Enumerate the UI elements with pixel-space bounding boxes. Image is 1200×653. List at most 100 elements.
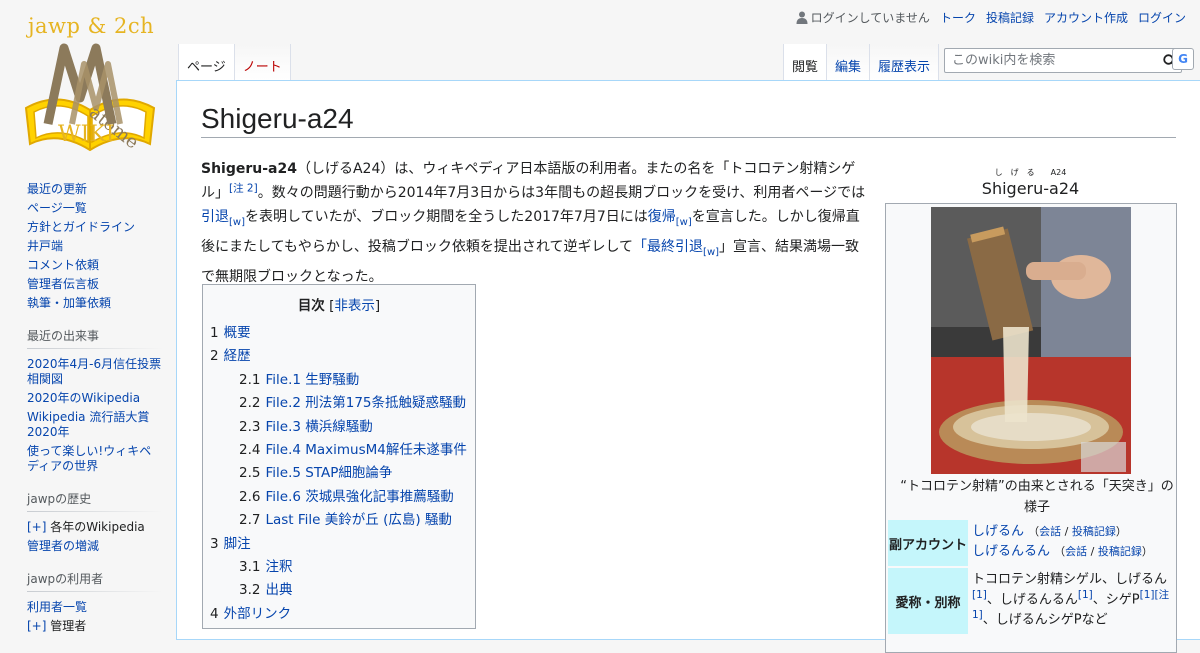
tab-edit[interactable]: 編集 bbox=[827, 44, 871, 80]
talk-link[interactable]: トーク bbox=[940, 9, 976, 26]
toc-link[interactable]: 脚注 bbox=[224, 536, 251, 552]
sidebar-heading-users: jawpの利用者 bbox=[27, 570, 162, 592]
sidebar-item-admin-board[interactable]: 管理者伝言板 bbox=[27, 277, 99, 291]
toc-link[interactable]: File.6 茨城県強化記事推薦騒動 bbox=[265, 489, 453, 505]
sidebar-item-recent-3[interactable]: 使って楽しい!ウィキペディアの世界 bbox=[27, 444, 151, 473]
lead-bold-name: Shigeru-a24 bbox=[201, 161, 297, 177]
toc-item[interactable]: 2.2 File.2 刑法第175条抵触疑惑騒動 bbox=[203, 392, 475, 415]
sub-account-1-talk[interactable]: 会話 bbox=[1065, 545, 1087, 558]
toc-item[interactable]: 2.7 Last File 美鈴が丘 (広島) 騒動 bbox=[203, 509, 475, 532]
link-retire[interactable]: 引退 bbox=[201, 209, 229, 225]
infobox-image[interactable] bbox=[931, 207, 1131, 474]
tab-read[interactable]: 閲覧 bbox=[784, 44, 828, 80]
infobox-row-alias: 愛称・別称 トコロテン射精シゲル、しげるん[1]、しげるんるん[1]、シゲP[1… bbox=[888, 568, 1174, 634]
infobox-value-alias: トコロテン射精シゲル、しげるん[1]、しげるんるん[1]、シゲP[1][注 1]… bbox=[968, 568, 1174, 634]
infobox-image-caption: “トコロテン射精”の由来とされる「天突き」の様子 bbox=[900, 479, 1174, 515]
table-of-contents: 目次 [非表示] 1 概要 2 経歴 2.1 File.1 生野騒動 2.2 File.2 刑… bbox=[202, 284, 476, 629]
toc-link[interactable]: 外部リンク bbox=[224, 606, 292, 622]
infobox-row-sub-accounts: 副アカウント しげるん （会話 / 投稿記録） しげるんるん （会話 / 投稿記… bbox=[888, 520, 1174, 566]
toc-link[interactable]: 経歴 bbox=[224, 348, 251, 364]
toc-title: 目次 bbox=[297, 298, 325, 314]
sidebar-recent-events: 最近の出来事 2020年4月-6月信任投票相関図 2020年のWikipedia… bbox=[27, 327, 162, 476]
tab-note[interactable]: ノート bbox=[234, 44, 291, 80]
toc-link[interactable]: File.4 MaximusM4解任未遂事件 bbox=[265, 442, 466, 458]
search-input[interactable] bbox=[950, 52, 1154, 69]
contributions-link[interactable]: 投稿記録 bbox=[986, 9, 1034, 26]
toc-item[interactable]: 2 経歴 bbox=[203, 345, 475, 368]
toc-item[interactable]: 2.1 File.1 生野騒動 bbox=[203, 369, 475, 392]
content-area: Shigeru-a24 Shigeru-a24（しげるA24）は、ウィキペディア… bbox=[176, 80, 1200, 653]
toc-link[interactable]: 出典 bbox=[265, 582, 292, 598]
logo-wiki-text: WIKI bbox=[58, 122, 115, 147]
ref-1a[interactable]: [1] bbox=[972, 589, 987, 601]
toc-link[interactable]: 概要 bbox=[224, 325, 251, 341]
sub-account-0-contrib[interactable]: 投稿記録 bbox=[1072, 525, 1116, 538]
sidebar-item-policy[interactable]: 方針とガイドライン bbox=[27, 220, 135, 234]
toc-item[interactable]: 2.3 File.3 横浜線騒動 bbox=[203, 416, 475, 439]
sidebar-item-history-1[interactable]: 管理者の増減 bbox=[27, 539, 99, 553]
toc-toggle[interactable]: 非表示 bbox=[334, 298, 375, 314]
sidebar-item-village-pump[interactable]: 井戸端 bbox=[27, 239, 63, 253]
toc-link[interactable]: Last File 美鈴が丘 (広島) 騒動 bbox=[265, 512, 451, 528]
toc-item[interactable]: 2.5 File.5 STAP細胞論争 bbox=[203, 462, 475, 485]
sidebar-item-comment-request[interactable]: コメント依頼 bbox=[27, 258, 99, 272]
sub-account-1[interactable]: しげるんるん bbox=[972, 544, 1050, 559]
expand-toggle[interactable]: [+] bbox=[27, 520, 46, 534]
toc-item[interactable]: 1 概要 bbox=[203, 322, 475, 345]
sidebar-heading-history: jawpの歴史 bbox=[27, 490, 162, 512]
view-tabs: 閲覧 編集 履歴表示 bbox=[783, 44, 940, 80]
sidebar-users: jawpの利用者 利用者一覧 [+] 管理者 bbox=[27, 570, 162, 636]
toc-item[interactable]: 4 外部リンク bbox=[203, 603, 475, 626]
google-search-icon[interactable]: G bbox=[1172, 48, 1194, 70]
sidebar-item-recent-changes[interactable]: 最近の更新 bbox=[27, 182, 87, 196]
toc-item[interactable]: 3.1 注釈 bbox=[203, 556, 475, 579]
toc-list: 1 概要 2 経歴 2.1 File.1 生野騒動 2.2 File.2 刑法第175条抵触疑… bbox=[203, 322, 475, 626]
sidebar-item-recent-0[interactable]: 2020年4月-6月信任投票相関図 bbox=[27, 357, 161, 386]
w-link-return[interactable]: [w] bbox=[676, 217, 692, 228]
infobox-value-sub-accounts: しげるん （会話 / 投稿記録） しげるんるん （会話 / 投稿記録） bbox=[972, 524, 1153, 559]
expand-toggle-admins[interactable]: [+] bbox=[27, 619, 46, 633]
toc-link[interactable]: File.5 STAP細胞論争 bbox=[265, 465, 392, 481]
sidebar-item-history-0[interactable]: 各年のWikipedia bbox=[50, 520, 145, 534]
sub-account-1-contrib[interactable]: 投稿記録 bbox=[1098, 545, 1142, 558]
tab-history[interactable]: 履歴表示 bbox=[870, 44, 940, 80]
toc-link[interactable]: File.2 刑法第175条抵触疑惑騒動 bbox=[265, 395, 466, 411]
infobox-title: Shigeru-a24 bbox=[981, 179, 1080, 198]
infobox-label-sub-accounts: 副アカウント bbox=[888, 520, 968, 566]
tab-page[interactable]: ページ bbox=[178, 44, 235, 80]
link-final-retire[interactable]: 「最終引退 bbox=[633, 239, 703, 255]
toc-link[interactable]: File.1 生野騒動 bbox=[265, 372, 359, 388]
lead-text-3: を表明していたが、ブロック期間を全うした2017年7月7日には bbox=[244, 209, 648, 225]
w-link-retire[interactable]: [w] bbox=[229, 217, 245, 228]
sidebar-item-page-list[interactable]: ページ一覧 bbox=[27, 201, 87, 215]
w-link-final-retire[interactable]: [w] bbox=[703, 247, 719, 258]
toc-number: 3.1 bbox=[239, 559, 261, 576]
toc-number: 2.7 bbox=[239, 512, 261, 529]
login-link[interactable]: ログイン bbox=[1138, 9, 1186, 26]
toc-item[interactable]: 2.6 File.6 茨城県強化記事推薦騒動 bbox=[203, 486, 475, 509]
toc-link[interactable]: File.3 横浜線騒動 bbox=[265, 419, 372, 435]
sidebar-navigation: 最近の更新 ページ一覧 方針とガイドライン 井戸端 コメント依頼 管理者伝言板 … bbox=[27, 180, 162, 313]
sidebar-item-recent-2[interactable]: Wikipedia 流行語大賞2020年 bbox=[27, 410, 149, 439]
sidebar-item-user-list[interactable]: 利用者一覧 bbox=[27, 600, 87, 614]
toc-item[interactable]: 3 脚注 bbox=[203, 533, 475, 556]
sub-account-0-talk[interactable]: 会話 bbox=[1039, 525, 1061, 538]
toc-item[interactable]: 2.4 File.4 MaximusM4解任未遂事件 bbox=[203, 439, 475, 462]
anon-user-label: ログインしていません bbox=[810, 11, 930, 25]
sidebar-item-writing-request[interactable]: 執筆・加筆依頼 bbox=[27, 296, 111, 310]
sidebar-item-admins[interactable]: 管理者 bbox=[50, 619, 86, 633]
separator: / bbox=[1090, 545, 1095, 558]
link-return[interactable]: 復帰 bbox=[648, 209, 676, 225]
site-logo[interactable]: jawp & 2ch atome WIKI bbox=[18, 10, 163, 155]
sidebar-item-recent-1[interactable]: 2020年のWikipedia bbox=[27, 391, 140, 405]
toc-link[interactable]: 注釈 bbox=[265, 559, 292, 575]
footnote-note-2[interactable]: [注 2] bbox=[229, 182, 258, 194]
toc-number: 2.2 bbox=[239, 395, 261, 412]
sidebar-heading-recent: 最近の出来事 bbox=[27, 327, 162, 349]
sub-account-0[interactable]: しげるん bbox=[972, 524, 1024, 539]
separator: / bbox=[1064, 525, 1069, 538]
lead-paragraph: Shigeru-a24（しげるA24）は、ウィキペディア日本語版の利用者。またの… bbox=[201, 157, 871, 289]
ref-1b[interactable]: [1] bbox=[1078, 589, 1093, 601]
toc-item[interactable]: 3.2 出典 bbox=[203, 579, 475, 602]
create-account-link[interactable]: アカウント作成 bbox=[1044, 9, 1128, 26]
